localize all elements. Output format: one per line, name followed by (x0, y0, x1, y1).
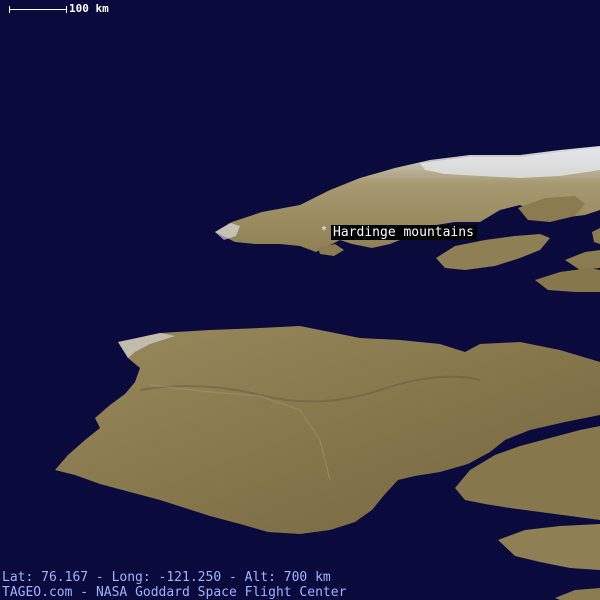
map-scale: 100 km (9, 3, 109, 15)
place-label[interactable]: Hardinge mountains (331, 225, 477, 240)
coordinates-readout: Lat: 76.167 - Long: -121.250 - Alt: 700 … (2, 570, 331, 585)
credit-separator: - (72, 585, 96, 600)
credit-source: NASA Goddard Space Flight Center (95, 585, 347, 600)
map-footer: Lat: 76.167 - Long: -121.250 - Alt: 700 … (2, 570, 346, 600)
tageo-link[interactable]: TAGEO.com (2, 585, 72, 600)
scale-label: 100 km (69, 2, 109, 15)
scale-bar-line (9, 5, 67, 14)
place-marker[interactable]: * Hardinge mountains (321, 225, 477, 240)
satellite-map[interactable]: 100 km * Hardinge mountains Lat: 76.167 … (0, 0, 600, 600)
location-pin-icon: * (321, 224, 328, 236)
terrain-layer (0, 0, 600, 600)
credit-line: TAGEO.com - NASA Goddard Space Flight Ce… (2, 585, 346, 600)
